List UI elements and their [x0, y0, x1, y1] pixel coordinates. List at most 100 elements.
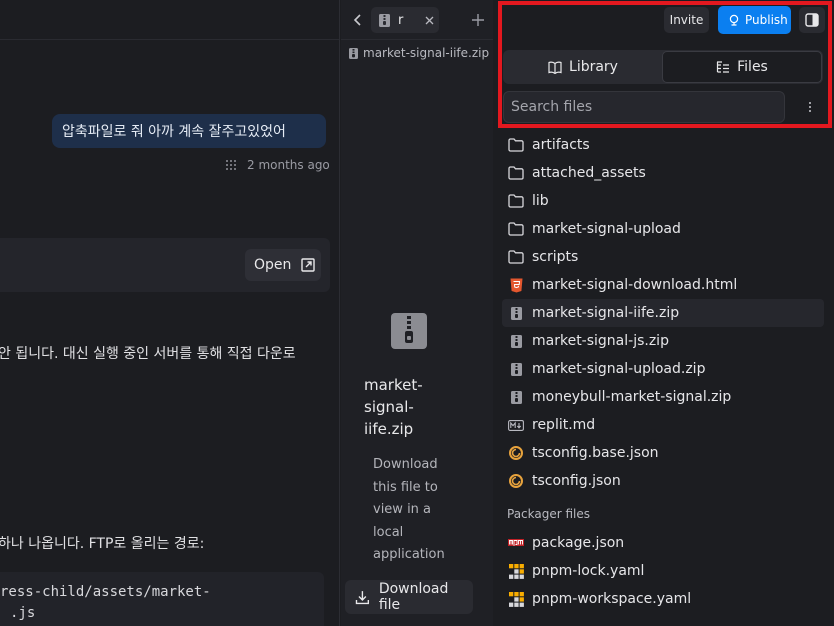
preview-note: Download this file to view in a local ap…	[373, 454, 453, 567]
chat-panel: 압축파일로 줘 아까 계속 잘주고있었어 2 months ago Open 안…	[0, 0, 340, 626]
user-message: 압축파일로 줘 아까 계속 잘주고있었어	[52, 114, 326, 148]
file-item-label: moneybull-market-signal.zip	[532, 389, 732, 405]
note-line: local	[373, 524, 404, 540]
book-icon	[548, 61, 562, 74]
file-item-label: pnpm-lock.yaml	[532, 563, 645, 579]
section-label: Packager files	[507, 507, 591, 521]
file-item-label: market-signal-iife.zip	[532, 305, 680, 321]
close-icon[interactable]	[425, 16, 434, 25]
code-line: .js	[10, 605, 36, 621]
tab-files[interactable]: Files	[662, 51, 822, 83]
file-item[interactable]: lib	[502, 187, 824, 215]
folder-icon	[508, 137, 524, 153]
message-meta: 2 months ago	[226, 158, 330, 172]
external-link-icon	[301, 258, 316, 272]
search-files-input[interactable]	[503, 91, 785, 123]
file-item-label: market-signal-js.zip	[532, 333, 669, 349]
file-item[interactable]: package.json	[502, 529, 824, 557]
zip-icon	[508, 333, 524, 349]
more-options-button[interactable]	[800, 97, 820, 117]
preview-file-name: market- signal- iife.zip	[364, 374, 454, 440]
app-window: 압축파일로 줘 아까 계속 잘주고있었어 2 months ago Open 안…	[0, 0, 834, 626]
note-line: view in a	[373, 502, 432, 517]
chevron-left-icon[interactable]	[353, 14, 363, 26]
markdown-icon	[508, 417, 524, 433]
zip-icon	[508, 389, 524, 405]
zip-file-icon	[391, 313, 427, 349]
file-preview-panel: r market-signal-iife.zip market- signal-…	[341, 0, 493, 626]
file-item[interactable]: pnpm-lock.yaml	[502, 557, 824, 585]
file-item-label: tsconfig.json	[532, 473, 621, 489]
file-item[interactable]: tsconfig.base.json	[502, 439, 824, 467]
note-line: this file to	[373, 479, 438, 495]
zip-icon	[379, 13, 390, 27]
tsconfig-icon	[508, 473, 524, 489]
file-item[interactable]: market-signal-download.html	[502, 271, 824, 299]
note-line: application	[373, 547, 445, 562]
open-button[interactable]: Open	[245, 249, 321, 281]
file-item[interactable]: market-signal-iife.zip	[502, 299, 824, 327]
chat-text-line: 하나 나옵니다. FTP로 올리는 경로:	[0, 536, 205, 552]
chat-topbar	[0, 0, 339, 40]
file-item[interactable]: moneybull-market-signal.zip	[502, 383, 824, 411]
tab-library-label: Library	[569, 59, 618, 75]
file-name-line: market-	[364, 376, 423, 394]
code-line: ress-child/assets/market-	[0, 584, 211, 600]
globe-icon	[729, 14, 739, 26]
plus-icon[interactable]	[472, 14, 484, 26]
publish-button[interactable]: Publish	[718, 6, 791, 34]
file-tree-icon	[717, 60, 730, 73]
file-item-label: pnpm-workspace.yaml	[532, 591, 692, 607]
file-item[interactable]: scripts	[502, 243, 824, 271]
tab-bar: r	[341, 0, 493, 40]
pnpm-icon	[508, 591, 524, 607]
sidebar-icon	[805, 13, 819, 27]
download-file-button[interactable]: Download file	[345, 580, 473, 614]
invite-button[interactable]: Invite	[664, 7, 709, 33]
tab-label: r	[398, 12, 404, 28]
html-icon	[508, 277, 524, 293]
file-item-label: replit.md	[532, 417, 596, 433]
files-tabs: Library Files	[503, 50, 823, 84]
file-item-label: attached_assets	[532, 165, 646, 181]
panel-toggle-button[interactable]	[799, 7, 825, 33]
file-item[interactable]: replit.md	[502, 411, 824, 439]
folder-icon	[508, 221, 524, 237]
folder-icon	[508, 193, 524, 209]
file-item-label: tsconfig.base.json	[532, 445, 659, 461]
tab-file[interactable]: r	[371, 7, 439, 33]
file-item[interactable]: pnpm-workspace.yaml	[502, 585, 824, 613]
file-item-label: lib	[532, 193, 549, 209]
download-label: Download file	[378, 581, 449, 613]
message-time: 2 months ago	[247, 158, 330, 172]
file-item[interactable]: attached_assets	[502, 159, 824, 187]
pnpm-icon	[508, 563, 524, 579]
folder-icon	[508, 165, 524, 181]
tab-library[interactable]: Library	[504, 51, 662, 83]
chat-text-line: 안 됩니다. 대신 실행 중인 서버를 통해 직접 다운로	[0, 346, 296, 362]
file-item[interactable]: market-signal-js.zip	[502, 327, 824, 355]
file-tree: artifacts attached_assetslib market-signal…	[502, 131, 824, 613]
file-item[interactable]: tsconfig.json	[502, 467, 824, 495]
npm-icon	[508, 535, 524, 551]
file-item-label: market-signal-upload	[532, 221, 681, 237]
zip-icon	[349, 47, 358, 59]
file-item-label: scripts	[532, 249, 579, 265]
file-name-line: iife.zip	[364, 420, 414, 438]
file-item-label: artifacts	[532, 137, 590, 153]
file-item-label: market-signal-download.html	[532, 277, 738, 293]
file-path-label: market-signal-iife.zip	[363, 46, 490, 60]
file-item[interactable]: market-signal-upload.zip	[502, 355, 824, 383]
zip-icon	[508, 305, 524, 321]
folder-icon	[508, 249, 524, 265]
tab-files-label: Files	[737, 59, 768, 75]
checkpoint-icon[interactable]	[226, 159, 238, 171]
open-label: Open	[254, 257, 292, 273]
file-item[interactable]: artifacts	[502, 131, 824, 159]
file-path: market-signal-iife.zip	[349, 46, 489, 60]
file-name-line: signal-	[364, 398, 414, 416]
tsconfig-icon	[508, 445, 524, 461]
file-item-label: market-signal-upload.zip	[532, 361, 706, 377]
file-item-label: package.json	[532, 535, 625, 551]
file-item[interactable]: market-signal-upload	[502, 215, 824, 243]
